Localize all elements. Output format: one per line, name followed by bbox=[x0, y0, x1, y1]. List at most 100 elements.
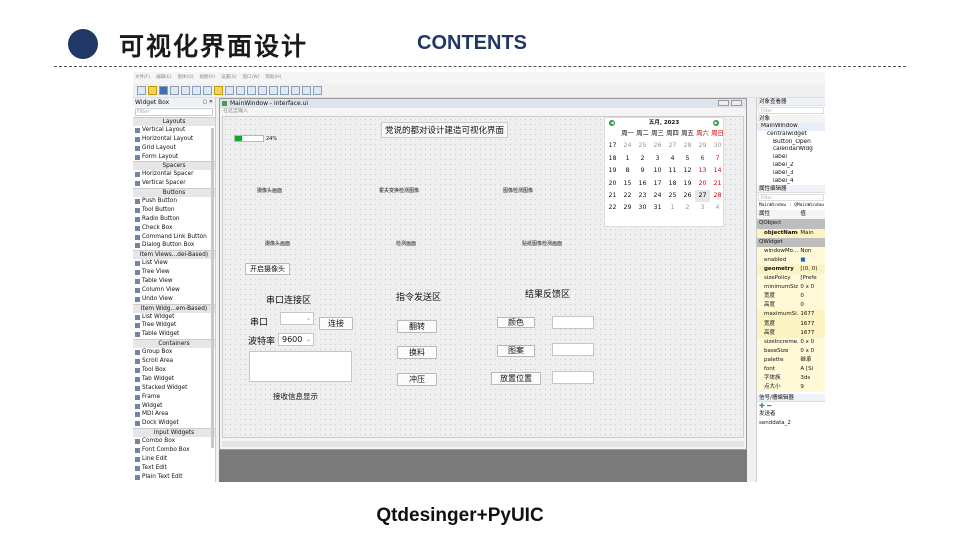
calendar-day[interactable]: 1 bbox=[620, 153, 635, 165]
calendar-day[interactable]: 10 bbox=[650, 165, 665, 177]
object-tree-item[interactable]: centralwidget bbox=[757, 131, 825, 139]
widget-item[interactable]: Push Button bbox=[133, 197, 215, 206]
property-row[interactable]: 高度 0 bbox=[757, 301, 825, 311]
property-row[interactable]: 字体族 3ds bbox=[757, 374, 825, 384]
calendar-day[interactable]: 22 bbox=[620, 190, 635, 202]
widget-item[interactable]: Table View bbox=[133, 277, 215, 286]
widget-category[interactable]: Layouts bbox=[133, 117, 215, 126]
property-row[interactable]: 宽度 1677 bbox=[757, 319, 825, 329]
calendar-day[interactable]: 24 bbox=[650, 190, 665, 202]
property-value[interactable]: Non bbox=[798, 247, 825, 256]
layout-horizontal-icon[interactable] bbox=[236, 86, 245, 95]
property-row[interactable]: 宽度 0 bbox=[757, 292, 825, 302]
widget-item[interactable]: Group Box bbox=[133, 348, 215, 357]
object-tree-item[interactable]: label bbox=[757, 154, 825, 162]
widget-item[interactable]: Command Link Button bbox=[133, 233, 215, 242]
prev-month-icon[interactable]: ◀ bbox=[609, 120, 615, 126]
menu-type-here[interactable]: 在这里输入 bbox=[220, 108, 746, 115]
widget-item[interactable]: Plain Text Edit bbox=[133, 473, 215, 482]
property-row[interactable]: minimumSize 0 x 0 bbox=[757, 283, 825, 293]
property-value[interactable]: 9 bbox=[798, 383, 825, 392]
save-icon[interactable] bbox=[159, 86, 168, 95]
calendar-day[interactable]: 20 bbox=[695, 178, 710, 190]
adjust-size-icon[interactable] bbox=[313, 86, 322, 95]
calendar-day[interactable]: 25 bbox=[635, 140, 650, 152]
property-row[interactable]: maximumSi... 1677 bbox=[757, 310, 825, 320]
property-value[interactable]: 1677 bbox=[798, 329, 825, 338]
property-row[interactable]: palette 继承 bbox=[757, 355, 825, 365]
calendar-day[interactable]: 31 bbox=[650, 202, 665, 214]
menu-item[interactable]: 窗体(O) bbox=[177, 72, 193, 84]
connect-button[interactable]: 连接 bbox=[319, 317, 353, 330]
calendar-day[interactable]: 29 bbox=[620, 202, 635, 214]
calendar-day[interactable]: 4 bbox=[665, 153, 680, 165]
layout-grid-icon[interactable] bbox=[280, 86, 289, 95]
calendar-day[interactable]: 5 bbox=[680, 153, 695, 165]
widget-category[interactable]: Input Widgets bbox=[133, 428, 215, 438]
maximize-icon[interactable] bbox=[731, 100, 742, 106]
property-value[interactable]: 0 x 0 bbox=[798, 283, 825, 292]
widget-item[interactable]: Widget bbox=[133, 402, 215, 411]
widget-category[interactable]: Containers bbox=[133, 339, 215, 349]
calendar-day[interactable]: 29 bbox=[695, 140, 710, 152]
property-value[interactable]: [(0, 0) bbox=[798, 265, 825, 274]
port-select[interactable]: ⌄ bbox=[280, 312, 314, 325]
menu-item[interactable]: 设置(S) bbox=[221, 72, 236, 84]
menu-item[interactable]: 视图(V) bbox=[200, 72, 216, 84]
menu-item[interactable]: 帮助(H) bbox=[265, 72, 281, 84]
calendar-day[interactable]: 30 bbox=[710, 140, 725, 152]
property-value[interactable] bbox=[798, 238, 825, 247]
widget-item[interactable]: Column View bbox=[133, 286, 215, 295]
calendar-day[interactable]: 26 bbox=[680, 190, 695, 202]
calendar-day[interactable]: 17 bbox=[650, 178, 665, 190]
calendar-day[interactable]: 11 bbox=[665, 165, 680, 177]
edit-buddies-icon[interactable] bbox=[214, 86, 223, 95]
new-file-icon[interactable] bbox=[137, 86, 146, 95]
widget-category[interactable]: Item Views...del-Based) bbox=[133, 250, 215, 260]
property-value[interactable]: 0 x 0 bbox=[798, 347, 825, 356]
placement-field[interactable] bbox=[552, 371, 594, 384]
calendar-day[interactable]: 19 bbox=[680, 178, 695, 190]
object-filter-input[interactable]: Filter bbox=[758, 107, 824, 114]
property-value[interactable]: 继承 bbox=[798, 356, 825, 365]
widget-item[interactable]: Table Widget bbox=[133, 330, 215, 339]
flip-button[interactable]: 翻转 bbox=[397, 320, 437, 333]
open-file-icon[interactable] bbox=[148, 86, 157, 95]
calendar-day[interactable]: 2 bbox=[680, 202, 695, 214]
calendar-day[interactable]: 25 bbox=[665, 190, 680, 202]
calendar-day[interactable]: 2 bbox=[635, 153, 650, 165]
widget-category[interactable]: Spacers bbox=[133, 161, 215, 171]
property-value[interactable]: 1677 bbox=[798, 310, 825, 319]
property-row[interactable]: geometry [(0, 0) bbox=[757, 264, 825, 275]
widget-filter-input[interactable]: Filter bbox=[135, 108, 213, 116]
next-month-icon[interactable]: ▶ bbox=[713, 120, 719, 126]
widget-item[interactable]: Dialog Button Box bbox=[133, 241, 215, 250]
calendar-day[interactable]: 21 bbox=[710, 178, 725, 190]
add-connection-icon[interactable]: ✚ ━ bbox=[757, 402, 825, 410]
horizontal-scrollbar[interactable] bbox=[222, 441, 744, 447]
property-value[interactable]: 0 bbox=[798, 301, 825, 310]
calendar-day[interactable]: 13 bbox=[695, 165, 710, 177]
widget-item[interactable]: Frame bbox=[133, 393, 215, 402]
pattern-field[interactable] bbox=[552, 343, 594, 356]
edit-widgets-icon[interactable] bbox=[192, 86, 201, 95]
property-value[interactable]: A [Si bbox=[798, 365, 825, 374]
widget-item[interactable]: Tree Widget bbox=[133, 321, 215, 330]
layout-splitter-v-icon[interactable] bbox=[269, 86, 278, 95]
widget-item[interactable]: Text Edit bbox=[133, 464, 215, 473]
property-value[interactable]: 3ds bbox=[798, 374, 825, 383]
property-row[interactable]: sizeIncreme...0 x 0 bbox=[757, 337, 825, 347]
minimize-icon[interactable] bbox=[718, 100, 729, 106]
property-value[interactable]: ■ bbox=[798, 256, 825, 265]
object-tree-item[interactable]: Button_Open bbox=[757, 139, 825, 147]
calendar-day[interactable]: 16 bbox=[635, 178, 650, 190]
menu-item[interactable]: 文件(F) bbox=[135, 72, 150, 84]
widget-item[interactable]: Undo View bbox=[133, 295, 215, 304]
calendar-day[interactable]: 7 bbox=[710, 153, 725, 165]
property-value[interactable]: [Prefe bbox=[798, 274, 825, 283]
calendar-widget[interactable]: ◀ 五月, 2023 ▶ 周一 周二 周三 周四 周五 周六 周日 17 24 25 26 27 28 2… bbox=[604, 117, 724, 227]
object-tree-item[interactable]: label_2 bbox=[757, 162, 825, 170]
calendar-day[interactable]: 14 bbox=[710, 165, 725, 177]
property-value[interactable] bbox=[798, 219, 825, 228]
calendar-month[interactable]: 五月, bbox=[649, 120, 662, 126]
